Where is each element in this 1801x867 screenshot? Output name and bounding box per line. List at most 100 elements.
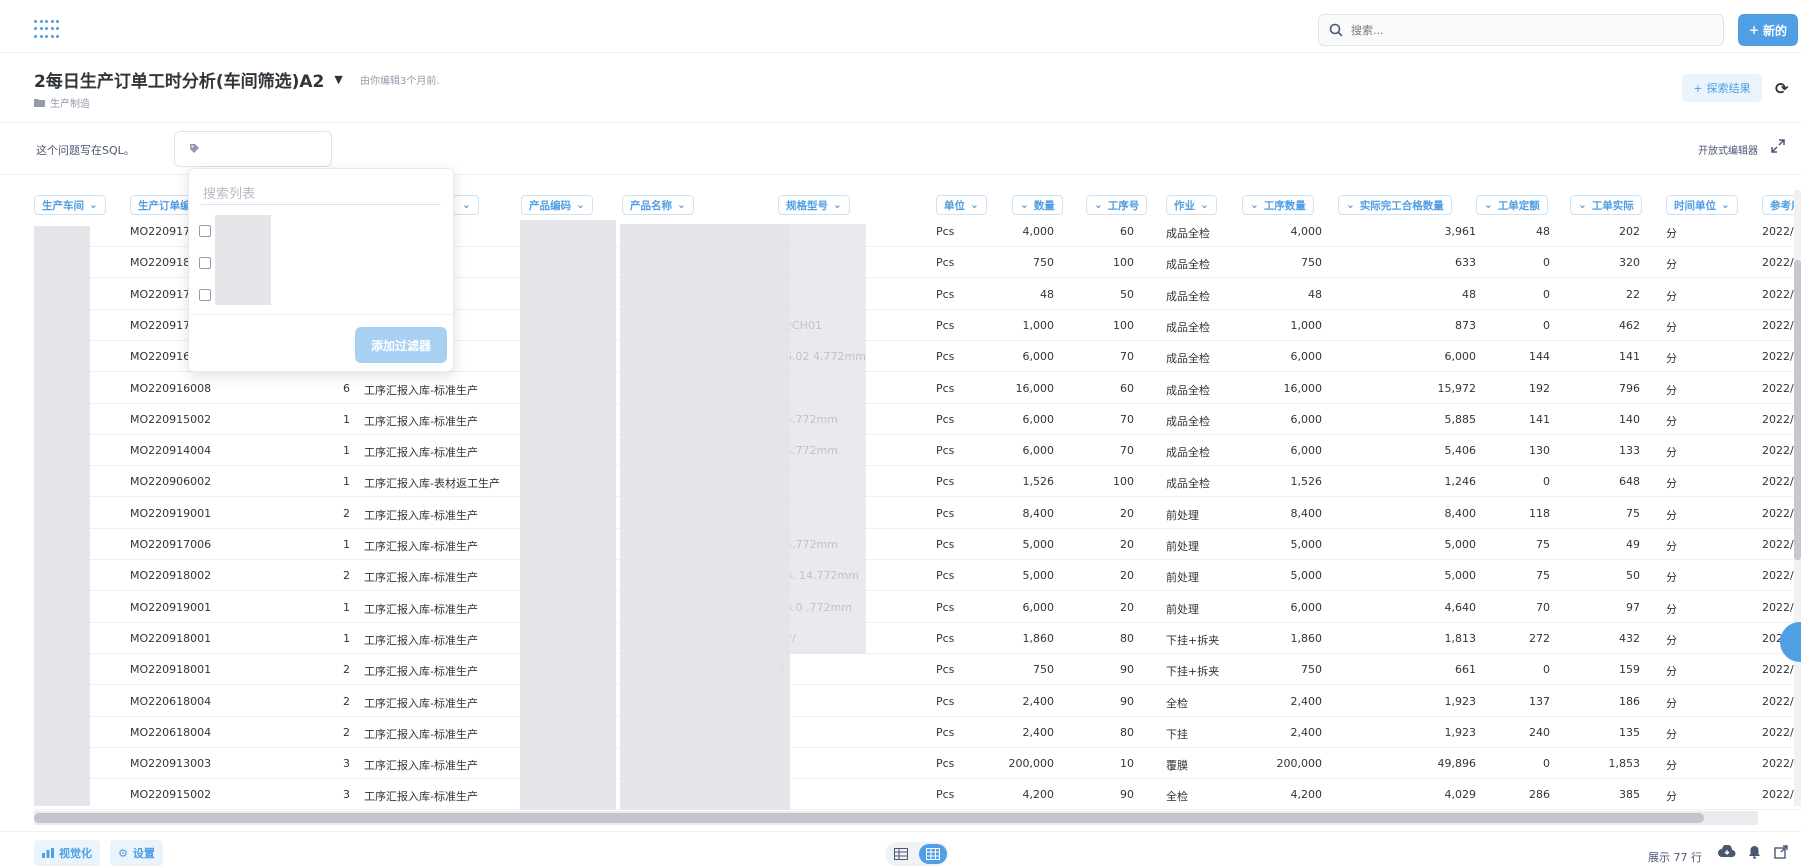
table-cell-real[interactable]: 133: [1582, 444, 1640, 457]
table-cell-seq[interactable]: 6: [330, 382, 350, 395]
new-button[interactable]: + 新的: [1738, 14, 1798, 46]
table-cell-op[interactable]: 70: [1084, 413, 1134, 426]
table-cell-op[interactable]: 60: [1084, 225, 1134, 238]
table-cell-type[interactable]: 工序汇报入库-标准生产: [364, 601, 478, 617]
popover-search-input[interactable]: 搜索列表: [201, 175, 441, 205]
table-cell-quota[interactable]: 137: [1494, 695, 1550, 708]
table-cell-work[interactable]: 下挂+拆夹: [1166, 663, 1219, 679]
table-cell-op[interactable]: 80: [1084, 726, 1134, 739]
table-cell-ref[interactable]: 2022/: [1762, 288, 1794, 301]
table-cell-tu[interactable]: 分: [1666, 225, 1677, 241]
visualize-button[interactable]: 视觉化: [34, 840, 100, 866]
open-editor-link[interactable]: 开放式编辑器: [1698, 142, 1758, 157]
table-cell-quota[interactable]: 48: [1494, 225, 1550, 238]
table-cell-real[interactable]: 97: [1582, 601, 1640, 614]
table-cell-quota[interactable]: 75: [1494, 538, 1550, 551]
table-cell-ref[interactable]: 2022/: [1762, 538, 1794, 551]
table-cell-op[interactable]: 100: [1084, 256, 1134, 269]
table-cell-ref[interactable]: 2022/: [1762, 663, 1794, 676]
download-icon[interactable]: [1718, 845, 1736, 859]
table-cell-unit[interactable]: Pcs: [936, 256, 954, 269]
table-cell-real[interactable]: 75: [1582, 507, 1640, 520]
table-cell-type[interactable]: 工序汇报入库-标准生产: [364, 788, 478, 804]
table-cell-unit[interactable]: Pcs: [936, 444, 954, 457]
workshop-filter-widget[interactable]: [174, 131, 332, 167]
table-cell-type[interactable]: 工序汇报入库-标准生产: [364, 726, 478, 742]
table-cell-quota[interactable]: 0: [1494, 757, 1550, 770]
search-input[interactable]: [1351, 23, 1711, 37]
table-cell-work[interactable]: 全检: [1166, 788, 1188, 804]
table-cell-order[interactable]: MO220918001: [130, 632, 211, 645]
table-cell-order[interactable]: MO220914004: [130, 444, 211, 457]
table-cell-real[interactable]: 49: [1582, 538, 1640, 551]
search-box[interactable]: [1318, 14, 1724, 46]
table-cell-ref[interactable]: 2022/: [1762, 413, 1794, 426]
table-cell-opqty[interactable]: 1,860: [1248, 632, 1323, 645]
table-cell-ref[interactable]: 2022/: [1762, 507, 1794, 520]
table-cell-qty[interactable]: 1,860: [974, 632, 1055, 645]
vertical-scrollbar[interactable]: [1794, 190, 1801, 806]
table-cell-opqty[interactable]: 1,000: [1248, 319, 1323, 332]
table-cell-quota[interactable]: 272: [1494, 632, 1550, 645]
table-cell-work[interactable]: 前处理: [1166, 601, 1199, 617]
table-cell-actual[interactable]: 48: [1388, 288, 1476, 301]
table-cell-tu[interactable]: 分: [1666, 413, 1677, 429]
table-cell-qty[interactable]: 4,200: [974, 788, 1055, 801]
table-cell-op[interactable]: 100: [1084, 475, 1134, 488]
table-cell-actual[interactable]: 873: [1388, 319, 1476, 332]
table-cell-op[interactable]: 20: [1084, 507, 1134, 520]
table-cell-order[interactable]: MO220917: [130, 225, 190, 238]
table-cell-unit[interactable]: Pcs: [936, 350, 954, 363]
view-toggle[interactable]: [885, 842, 949, 866]
column-header[interactable]: 规格型号 ⌄: [778, 195, 850, 215]
table-cell-type[interactable]: 工序汇报入库-标准生产: [364, 757, 478, 773]
table-cell-actual[interactable]: 6,000: [1388, 350, 1477, 363]
table-cell-tu[interactable]: 分: [1666, 538, 1677, 554]
table-cell-qty[interactable]: 6,000: [974, 601, 1055, 614]
expand-icon[interactable]: [1770, 138, 1786, 154]
table-cell-qty[interactable]: 200,000: [974, 757, 1055, 770]
table-cell-tu[interactable]: 分: [1666, 256, 1677, 272]
table-cell-actual[interactable]: 8,400: [1388, 507, 1477, 520]
table-cell-quota[interactable]: 286: [1494, 788, 1550, 801]
table-cell-real[interactable]: 135: [1582, 726, 1640, 739]
table-cell-seq[interactable]: 2: [330, 726, 350, 739]
table-cell-op[interactable]: 90: [1084, 695, 1134, 708]
table-cell-real[interactable]: 22: [1582, 288, 1640, 301]
table-cell-type[interactable]: 工序汇报入库-标准生产: [364, 444, 478, 460]
table-cell-seq[interactable]: 2: [330, 695, 350, 708]
table-cell-work[interactable]: 成品全检: [1166, 225, 1210, 241]
table-cell-unit[interactable]: Pcs: [936, 757, 954, 770]
table-cell-real[interactable]: 648: [1582, 475, 1640, 488]
table-cell-seq[interactable]: 1: [330, 444, 350, 457]
table-cell-ref[interactable]: 2022/: [1762, 256, 1794, 269]
table-cell-actual[interactable]: 5,000: [1388, 538, 1477, 551]
table-cell-type[interactable]: 工序汇报入库-标准生产: [364, 507, 478, 523]
table-cell-unit[interactable]: Pcs: [936, 695, 954, 708]
table-cell-qty[interactable]: 6,000: [974, 444, 1055, 457]
table-cell-op[interactable]: 70: [1084, 444, 1134, 457]
column-header[interactable]: 产品编码 ⌄: [521, 195, 593, 215]
table-cell-order[interactable]: MO220917: [130, 319, 190, 332]
column-header[interactable]: ⌄ 实际完工合格数量: [1338, 195, 1452, 215]
table-cell-work[interactable]: 成品全检: [1166, 288, 1210, 304]
table-cell-opqty[interactable]: 6,000: [1248, 444, 1323, 457]
table-cell-order[interactable]: MO220919001: [130, 507, 211, 520]
table-cell-ref[interactable]: 2022/: [1762, 225, 1794, 238]
table-cell-unit[interactable]: Pcs: [936, 601, 954, 614]
table-cell-order[interactable]: MO220915002: [130, 413, 211, 426]
table-cell-quota[interactable]: 118: [1494, 507, 1550, 520]
table-cell-seq[interactable]: 1: [330, 475, 350, 488]
table-cell-qty[interactable]: 5,000: [974, 538, 1055, 551]
settings-button[interactable]: ⚙ 设置: [110, 840, 163, 866]
table-cell-opqty[interactable]: 4,000: [1248, 225, 1323, 238]
table-cell-order[interactable]: MO220916: [130, 350, 190, 363]
table-cell-tu[interactable]: 分: [1666, 632, 1677, 648]
table-cell-ref[interactable]: 2022/: [1762, 788, 1794, 801]
table-cell-unit[interactable]: Pcs: [936, 663, 954, 676]
question-title[interactable]: 2每日生产订单工时分析(车间筛选)A2 ▼: [34, 67, 343, 92]
table-cell-order[interactable]: MO220618004: [130, 695, 211, 708]
refresh-icon[interactable]: ⟳: [1775, 79, 1788, 98]
table-cell-unit[interactable]: Pcs: [936, 475, 954, 488]
table-cell-ref[interactable]: 2022/: [1762, 319, 1794, 332]
